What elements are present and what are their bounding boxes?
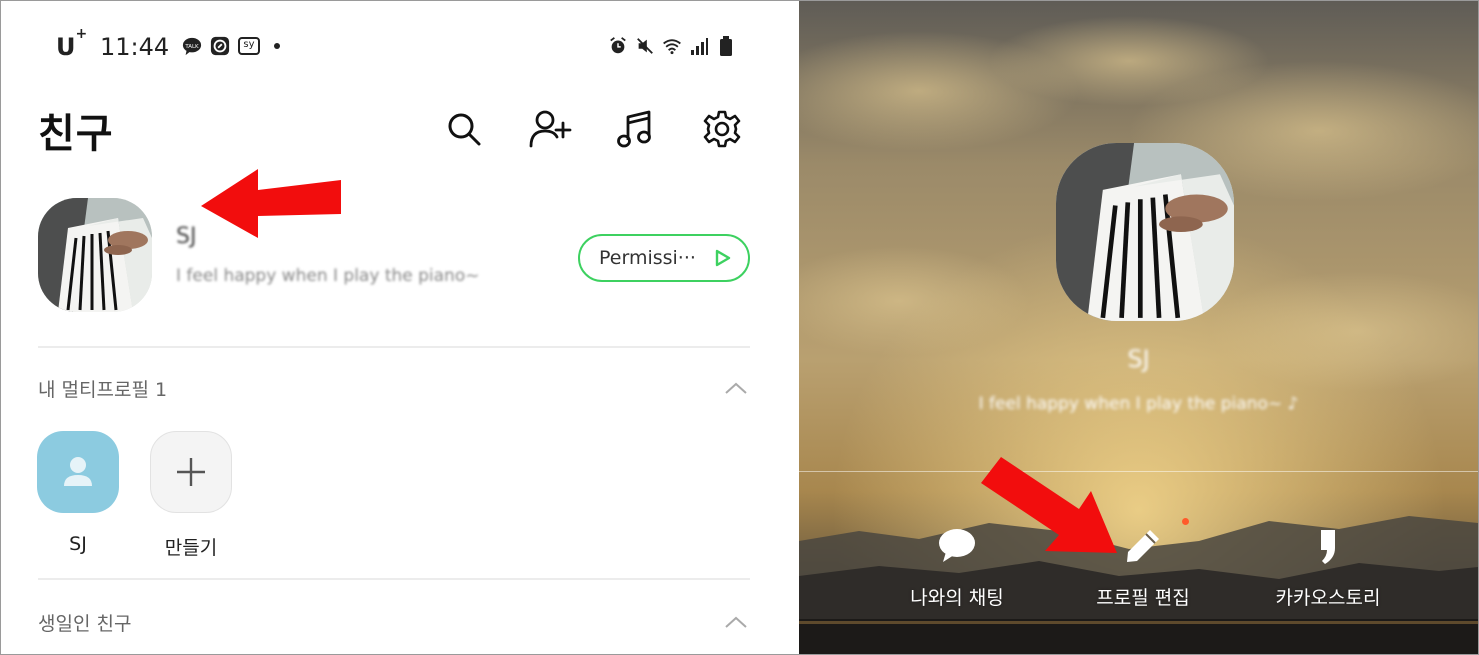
- signal-icon: [689, 36, 709, 56]
- my-chat-label: 나와의 채팅: [910, 587, 1004, 609]
- friends-screen: U+ 11:44 TALK sy 친구 SJ I feel happy when…: [1, 1, 796, 654]
- notification-dot: [1182, 518, 1189, 525]
- kakaostory-button[interactable]: 카카오스토리: [1258, 521, 1398, 610]
- more-notifications-dot: [274, 43, 280, 49]
- wifi-icon: [662, 36, 682, 56]
- profile-music-button[interactable]: Permissi···: [578, 234, 750, 282]
- page-title: 친구: [38, 111, 114, 157]
- create-label: 만들기: [164, 537, 218, 559]
- piano-photo: [38, 198, 152, 312]
- profile-avatar-large[interactable]: [1056, 143, 1234, 321]
- multi-profile-section-title: 내 멀티프로필 1: [38, 379, 168, 401]
- red-annotation-arrow: [981, 457, 1117, 553]
- alarm-icon: [608, 36, 628, 56]
- play-icon: [712, 248, 732, 273]
- red-annotation-arrow: [201, 169, 341, 238]
- svg-text:TALK: TALK: [184, 44, 199, 50]
- search-icon[interactable]: [440, 105, 488, 153]
- profile-status-message: I feel happy when I play the piano~: [176, 266, 480, 286]
- default-avatar-icon: [37, 431, 119, 513]
- status-bar: U+ 11:44 TALK sy: [56, 26, 736, 61]
- sy-icon: sy: [238, 37, 260, 55]
- quote-icon: [1258, 521, 1398, 571]
- profile-status-message: I feel happy when I play the piano~ ♪: [978, 394, 1299, 414]
- profile-divider: [799, 471, 1478, 472]
- section-divider: [38, 346, 750, 348]
- section-divider: [38, 578, 750, 580]
- edit-profile-label: 프로필 편집: [1096, 587, 1190, 609]
- kakaostory-label: 카카오스토리: [1275, 587, 1381, 609]
- battery-icon: [716, 36, 736, 56]
- carrier-label: U+: [56, 26, 88, 61]
- multi-profile-label: SJ: [69, 533, 87, 555]
- create-multi-profile[interactable]: 만들기: [150, 431, 232, 560]
- profile-music-label: Permissi···: [599, 247, 696, 269]
- settings-icon[interactable]: [698, 105, 746, 153]
- compass-icon: [210, 36, 230, 56]
- plus-icon: [150, 431, 232, 513]
- chevron-up-icon[interactable]: [723, 613, 749, 631]
- music-icon[interactable]: [612, 105, 660, 153]
- multi-profile-item[interactable]: SJ: [37, 431, 119, 555]
- profile-detail-screen: SJ I feel happy when I play the piano~ ♪…: [799, 1, 1478, 654]
- talk-icon: TALK: [182, 36, 202, 56]
- birthday-section-title: 생일인 친구: [38, 613, 132, 635]
- add-friend-icon[interactable]: [526, 105, 574, 153]
- profile-name: SJ: [176, 224, 197, 249]
- clock: 11:44: [100, 33, 170, 61]
- mute-icon: [635, 36, 655, 56]
- piano-photo: [1056, 143, 1234, 321]
- profile-name: SJ: [1127, 345, 1150, 373]
- my-profile-row[interactable]: SJ I feel happy when I play the piano~ P…: [38, 196, 753, 316]
- profile-avatar[interactable]: [38, 198, 152, 312]
- chevron-up-icon[interactable]: [723, 379, 749, 397]
